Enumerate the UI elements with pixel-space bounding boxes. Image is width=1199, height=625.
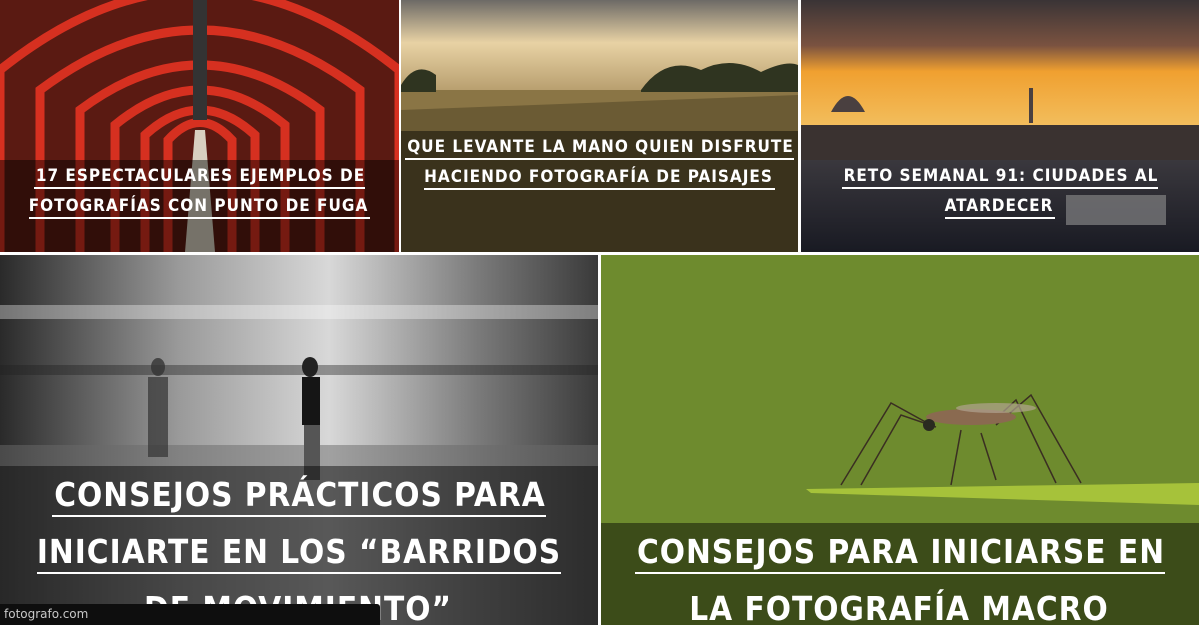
article-card-weekly-challenge[interactable]: Reto semanal 91: Ciudades al atardecer <box>801 0 1199 252</box>
article-card-macro[interactable]: Consejos para iniciarse en la fotografía… <box>601 255 1199 625</box>
article-title-caption[interactable]: Reto semanal 91: Ciudades al atardecer <box>801 160 1199 252</box>
article-card-motion-blur[interactable]: Consejos prácticos para iniciarte en los… <box>0 255 598 625</box>
article-card-vanishing-point[interactable]: 17 espectaculares ejemplos de fotografía… <box>0 0 399 252</box>
browser-status-bar: fotografo.com <box>0 604 380 625</box>
article-card-landscape[interactable]: Que levante la mano quien disfrute hacie… <box>401 0 798 252</box>
article-title-caption[interactable]: Consejos para iniciarse en la fotografía… <box>601 523 1199 625</box>
article-title-caption[interactable]: Que levante la mano quien disfrute hacie… <box>401 131 798 252</box>
status-url: fotografo.com <box>4 607 89 621</box>
article-title-caption[interactable]: Consejos prácticos para iniciarte en los… <box>0 466 598 625</box>
article-title-caption[interactable]: 17 espectaculares ejemplos de fotografía… <box>0 160 399 252</box>
